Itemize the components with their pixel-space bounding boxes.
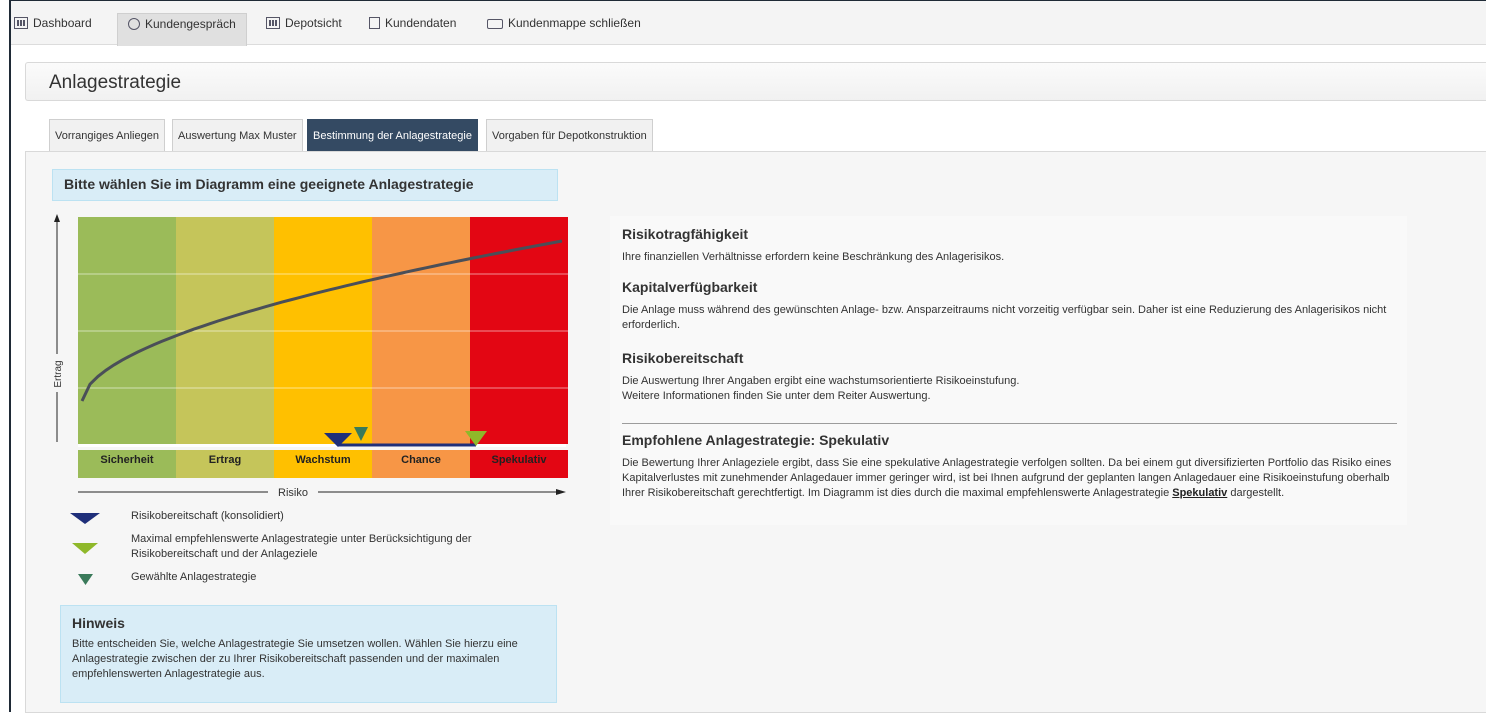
page-title: Anlagestrategie [49, 72, 182, 93]
navy-triangle-icon [70, 513, 100, 524]
legend-max-empfohlen: Maximal empfehlenswerte Anlagestrategie … [131, 533, 472, 560]
tab-vorrangiges-anliegen[interactable]: Vorrangiges Anliegen [49, 119, 165, 152]
section-text: Die Bewertung Ihrer Anlageziele ergibt, … [622, 456, 1397, 501]
legend-gewaehlt: Gewählte Anlagestrategie [131, 571, 257, 583]
nav-depotsicht-label: Depotsicht [285, 16, 342, 30]
recommendation-tail: dargestellt. [1230, 487, 1285, 499]
tab-vorgaben-depotkonstruktion[interactable]: Vorgaben für Depotkonstruktion [486, 119, 653, 152]
instruction-banner: Bitte wählen Sie im Diagramm eine geeign… [52, 169, 558, 201]
tab-auswertung[interactable]: Auswertung Max Muster [172, 119, 303, 152]
section-text: Die Auswertung Ihrer Angaben ergibt eine… [622, 375, 1020, 387]
application-window: Dashboard Kundengespräch Depotsicht Kund… [9, 0, 1486, 713]
section-text: Ihre finanziellen Verhältnisse erfordern… [622, 251, 1005, 263]
page-title-panel: Anlagestrategie [25, 62, 1486, 101]
nav-depotsicht[interactable]: Depotsicht [266, 13, 342, 45]
category-label-wachstum: Wachstum [295, 454, 350, 466]
nav-kundengespraech[interactable]: Kundengespräch [117, 13, 247, 46]
teal-triangle-icon [78, 574, 93, 585]
nav-kundendaten[interactable]: Kundendaten [369, 13, 456, 45]
section-title: Risikotragfähigkeit [622, 226, 749, 242]
spekulativ-link[interactable]: Spekulativ [1172, 487, 1227, 499]
depot-icon [266, 17, 280, 29]
x-axis-label: Risiko [278, 487, 308, 499]
category-label-ertrag: Ertrag [209, 454, 241, 466]
section-risikotragfaehigkeit: Risikotragfähigkeit Ihre finanziellen Ve… [622, 226, 1397, 265]
section-risikobereitschaft: Risikobereitschaft Die Auswertung Ihrer … [622, 350, 1397, 404]
nav-kundendaten-label: Kundendaten [385, 16, 457, 30]
people-icon [128, 18, 140, 30]
strategy-chart[interactable]: Ertrag Sicherheit Ertrag Wachstum Chance Spe… [48, 214, 573, 504]
hint-text: Bitte entscheiden Sie, welche Anlagestra… [72, 638, 518, 680]
nav-kundenmappe-label: Kundenmappe schließen [508, 16, 641, 30]
tab-bestimmung-anlagestrategie[interactable]: Bestimmung der Anlagestrategie [307, 119, 478, 152]
section-text-2: Weitere Informationen finden Sie unter d… [622, 390, 931, 402]
y-axis-label: Ertrag [53, 360, 64, 387]
category-label-spekulativ: Spekulativ [491, 454, 547, 466]
section-title: Empfohlene Anlagestrategie: Spekulativ [622, 432, 890, 448]
nav-kundenmappe-schliessen[interactable]: Kundenmappe schließen [487, 13, 641, 45]
category-labels: Sicherheit Ertrag Wachstum Chance Spekulativ [78, 450, 568, 478]
section-empfohlene-strategie: Empfohlene Anlagestrategie: Spekulativ D… [622, 432, 1397, 501]
nav-kundengespraech-label: Kundengespräch [145, 17, 236, 31]
hint-box: Hinweis Bitte entscheiden Sie, welche An… [60, 605, 557, 703]
category-label-chance: Chance [401, 454, 441, 466]
divider [622, 423, 1397, 424]
x-axis-arrow-icon [556, 489, 566, 495]
folder-icon [487, 19, 503, 29]
content-panel: Bitte wählen Sie im Diagramm eine geeign… [25, 151, 1486, 713]
top-navigation: Dashboard Kundengespräch Depotsicht Kund… [11, 1, 1486, 46]
category-label-sicherheit: Sicherheit [100, 454, 154, 466]
document-icon [369, 17, 380, 29]
y-axis-arrow-icon [54, 214, 60, 222]
marker-track [78, 444, 566, 447]
section-kapitalverfuegbarkeit: Kapitalverfügbarkeit Die Anlage muss wäh… [622, 279, 1397, 333]
info-panel: Risikotragfähigkeit Ihre finanziellen Ve… [610, 216, 1407, 525]
dashboard-icon [14, 17, 28, 29]
nav-dashboard-label: Dashboard [33, 16, 92, 30]
nav-dashboard[interactable]: Dashboard [14, 13, 92, 45]
section-text: Die Anlage muss während des gewünschten … [622, 304, 1387, 331]
green-triangle-icon [72, 543, 98, 554]
hint-title: Hinweis [72, 615, 125, 631]
section-title: Risikobereitschaft [622, 350, 744, 366]
legend-risikobereitschaft: Risikobereitschaft (konsolidiert) [131, 510, 284, 522]
section-title: Kapitalverfügbarkeit [622, 279, 758, 295]
